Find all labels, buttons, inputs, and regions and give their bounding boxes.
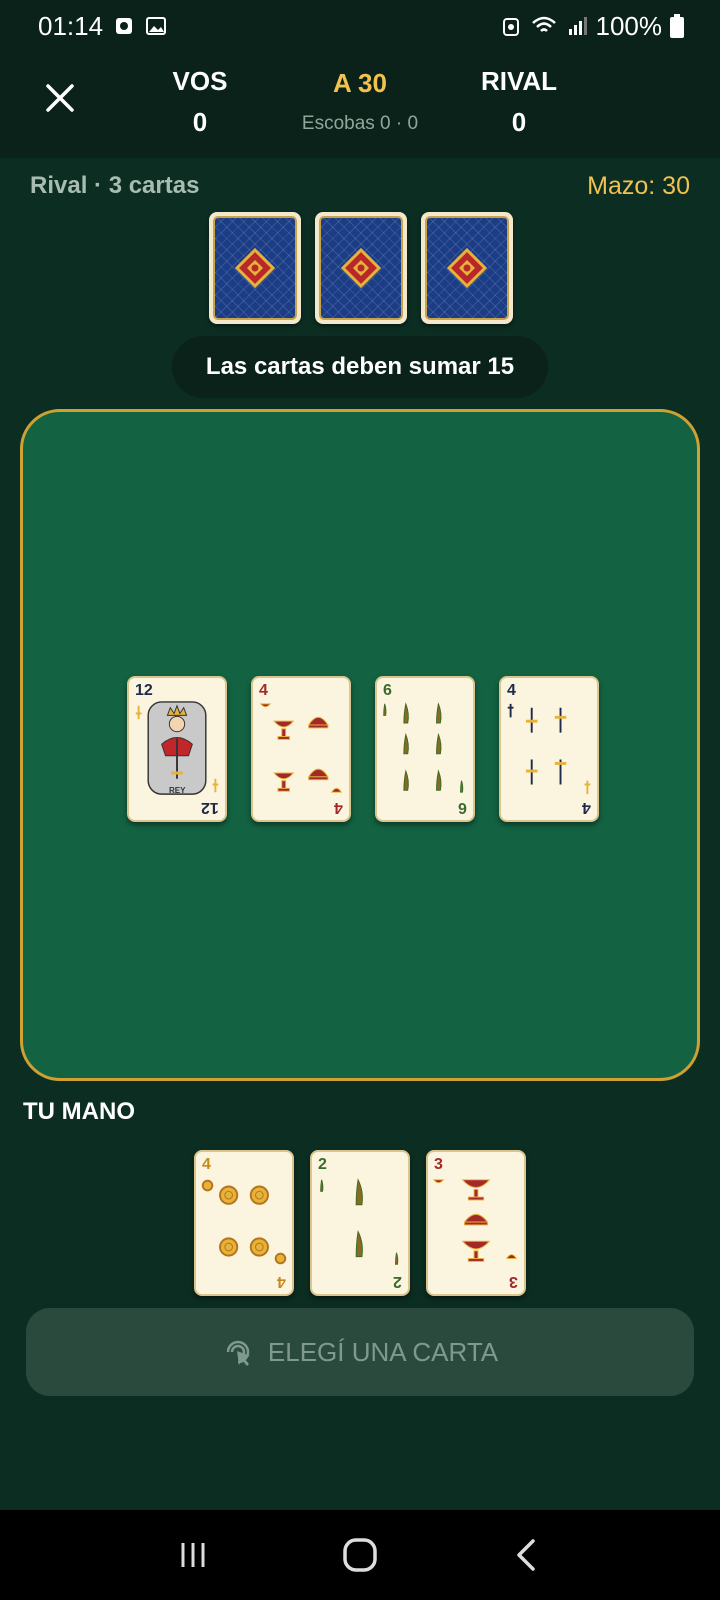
status-bar: 01:14 100% [0, 0, 720, 52]
table-card[interactable]: 4 4 [251, 676, 351, 822]
notification-icon [116, 18, 133, 34]
card-rank: 6 [383, 682, 392, 699]
table-card[interactable]: 12 REY 12 [127, 676, 227, 822]
match-info: A 30 Escobas 0 · 0 [270, 68, 450, 135]
card-rank: 4 [202, 1156, 211, 1173]
card-figure-label: REY [169, 786, 186, 795]
table-card[interactable]: 4 4 [499, 676, 599, 822]
card-rank: 3 [509, 1273, 518, 1290]
close-icon [46, 84, 74, 112]
wifi-icon [531, 16, 556, 32]
card-back-emblem-icon [341, 248, 381, 288]
play-table: 12 REY 12 4 4 6 6 4 4 [20, 409, 700, 1081]
player-label: VOS [172, 66, 228, 96]
tap-cursor-icon [226, 1340, 250, 1366]
rival-card-back [209, 212, 301, 324]
gallery-icon [146, 17, 167, 35]
status-left: 01:14 [38, 11, 167, 42]
card-rank: 4 [334, 799, 343, 816]
close-button[interactable] [40, 78, 80, 118]
card-rank: 12 [135, 682, 153, 699]
battery-icon [670, 14, 684, 38]
card-rank: 3 [434, 1156, 443, 1173]
rival-card-back [315, 212, 407, 324]
rival-cards-label: Rival · 3 cartas [30, 172, 200, 199]
rival-hand [209, 212, 513, 324]
recent-apps-icon[interactable] [175, 1537, 211, 1573]
card-rank: 4 [507, 682, 516, 699]
rival-points: 0 [511, 107, 527, 137]
choose-card-button[interactable]: ELEGÍ UNA CARTA [26, 1308, 694, 1396]
back-icon[interactable] [509, 1537, 545, 1573]
card-rank: 12 [201, 799, 219, 816]
card-back-emblem-icon [235, 248, 275, 288]
rival-label: RIVAL [480, 66, 558, 96]
hand-title: TU MANO [23, 1098, 135, 1125]
card-rank: 4 [277, 1273, 286, 1290]
table-cards: 12 REY 12 4 4 6 6 4 4 [127, 676, 599, 822]
hand-card[interactable]: 2 2 [310, 1150, 410, 1296]
escobas-count: Escobas 0 · 0 [301, 113, 419, 134]
rival-card-back [421, 212, 513, 324]
card-rank: 2 [393, 1273, 402, 1290]
player-score: VOS 0 [150, 66, 250, 138]
hand-card[interactable]: 3 3 [426, 1150, 526, 1296]
hand-card[interactable]: 4 4 [194, 1150, 294, 1296]
deck-count: Mazo: 30 [587, 171, 690, 200]
player-hand: 4 4 2 2 3 3 [194, 1150, 526, 1296]
rival-info-row: Rival · 3 cartas Mazo: 30 [30, 168, 690, 204]
status-time: 01:14 [38, 10, 104, 41]
card-rank: 6 [458, 799, 467, 816]
table-card[interactable]: 6 6 [375, 676, 475, 822]
recycle-icon [502, 18, 519, 36]
score-header: VOS 0 A 30 Escobas 0 · 0 RIVAL 0 [0, 52, 720, 158]
battery-percent: 100% [595, 10, 663, 41]
sum-hint: Las cartas deben sumar 15 [172, 336, 548, 398]
rival-score: RIVAL 0 [469, 66, 569, 138]
card-rank: 4 [259, 682, 268, 699]
signal-icon [568, 17, 587, 35]
system-nav-bar [0, 1510, 720, 1600]
player-points: 0 [192, 107, 208, 137]
choose-card-label: ELEGÍ UNA CARTA [267, 1336, 499, 1367]
home-icon[interactable] [340, 1535, 380, 1575]
card-rank: 4 [582, 799, 591, 816]
target-score: A 30 [333, 68, 387, 98]
status-right: 100% [500, 10, 684, 42]
card-rank: 2 [318, 1156, 327, 1173]
card-back-emblem-icon [447, 248, 487, 288]
